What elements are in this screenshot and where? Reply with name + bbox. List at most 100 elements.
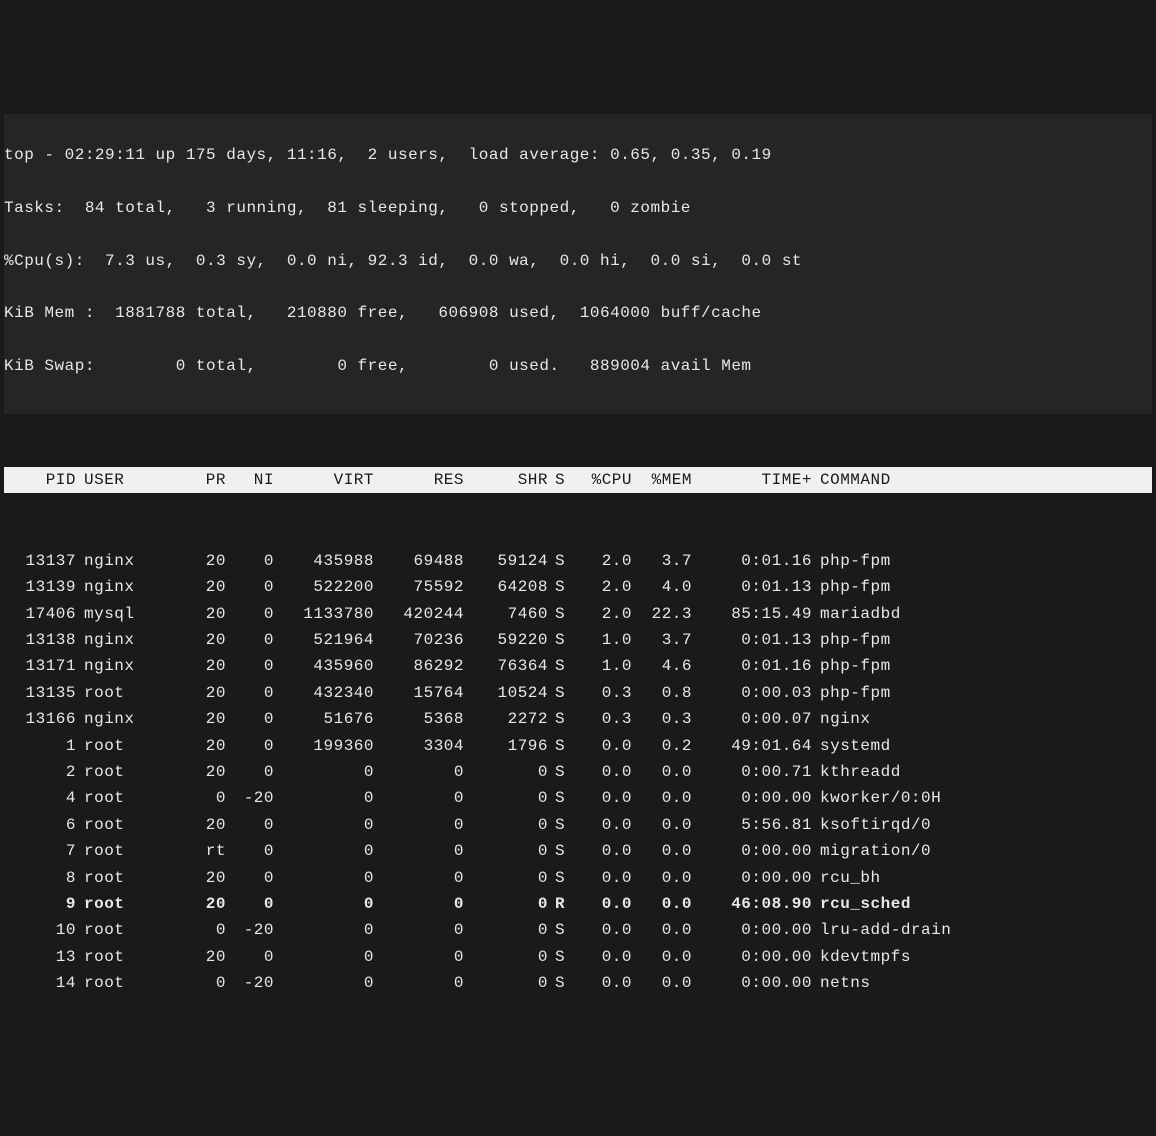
process-row[interactable]: 13root200000S0.00.00:00.00kdevtmpfs (4, 944, 1152, 970)
cell-res: 0 (374, 759, 464, 785)
cell-virt: 435960 (274, 653, 374, 679)
cell-user: root (76, 785, 166, 811)
process-row[interactable]: 9root200000R0.00.046:08.90rcu_sched (4, 891, 1152, 917)
cell-s: R (548, 891, 572, 917)
cell-user: root (76, 865, 166, 891)
col-header-cmd[interactable]: COMMAND (812, 467, 1152, 493)
col-header-ni[interactable]: NI (226, 467, 274, 493)
process-row[interactable]: 13166nginx2005167653682272S0.30.30:00.07… (4, 706, 1152, 732)
cell-pid: 8 (4, 865, 76, 891)
col-header-shr[interactable]: SHR (464, 467, 548, 493)
cell-mem: 0.0 (632, 759, 692, 785)
cell-mem: 0.0 (632, 838, 692, 864)
cell-cpu: 0.0 (572, 785, 632, 811)
process-row[interactable]: 13171nginx2004359608629276364S1.04.60:01… (4, 653, 1152, 679)
process-row[interactable]: 13138nginx2005219647023659220S1.03.70:01… (4, 627, 1152, 653)
cell-s: S (548, 944, 572, 970)
col-header-cpu[interactable]: %CPU (572, 467, 632, 493)
cell-shr: 0 (464, 944, 548, 970)
cell-pid: 4 (4, 785, 76, 811)
process-row[interactable]: 1root20019936033041796S0.00.249:01.64sys… (4, 733, 1152, 759)
cell-cpu: 0.3 (572, 706, 632, 732)
cell-shr: 0 (464, 785, 548, 811)
process-row[interactable]: 4root0-20000S0.00.00:00.00kworker/0:0H (4, 785, 1152, 811)
cell-pr: 20 (166, 548, 226, 574)
cell-cpu: 2.0 (572, 548, 632, 574)
col-header-mem[interactable]: %MEM (632, 467, 692, 493)
cell-s: S (548, 970, 572, 996)
cell-cpu: 0.3 (572, 680, 632, 706)
cell-time: 5:56.81 (692, 812, 812, 838)
col-header-s[interactable]: S (548, 467, 572, 493)
cell-res: 15764 (374, 680, 464, 706)
process-table-header[interactable]: PID USER PR NI VIRT RES SHR S %CPU %MEM … (4, 467, 1152, 493)
cell-user: root (76, 838, 166, 864)
cell-mem: 0.0 (632, 812, 692, 838)
cell-user: root (76, 891, 166, 917)
cell-ni: 0 (226, 706, 274, 732)
process-row[interactable]: 17406mysql20011337804202447460S2.022.385… (4, 601, 1152, 627)
cell-virt: 0 (274, 944, 374, 970)
process-row[interactable]: 2root200000S0.00.00:00.71kthreadd (4, 759, 1152, 785)
cell-cmd: php-fpm (812, 680, 1152, 706)
cell-mem: 3.7 (632, 627, 692, 653)
cell-user: root (76, 733, 166, 759)
cell-cmd: rcu_sched (812, 891, 1152, 917)
col-header-user[interactable]: USER (76, 467, 166, 493)
summary-swap: KiB Swap: 0 total, 0 free, 0 used. 88900… (4, 353, 1152, 379)
cell-time: 0:00.03 (692, 680, 812, 706)
process-row[interactable]: 6root200000S0.00.05:56.81ksoftirqd/0 (4, 812, 1152, 838)
cell-ni: 0 (226, 548, 274, 574)
cell-mem: 0.0 (632, 970, 692, 996)
cell-pr: 0 (166, 970, 226, 996)
cell-cmd: ksoftirqd/0 (812, 812, 1152, 838)
process-row[interactable]: 13137nginx2004359886948859124S2.03.70:01… (4, 548, 1152, 574)
cell-pid: 6 (4, 812, 76, 838)
cell-time: 0:00.00 (692, 865, 812, 891)
process-row[interactable]: 14root0-20000S0.00.00:00.00netns (4, 970, 1152, 996)
cell-time: 0:00.00 (692, 838, 812, 864)
cell-ni: 0 (226, 865, 274, 891)
cell-user: root (76, 917, 166, 943)
cell-cpu: 2.0 (572, 601, 632, 627)
cell-cmd: lru-add-drain (812, 917, 1152, 943)
summary-cpu: %Cpu(s): 7.3 us, 0.3 sy, 0.0 ni, 92.3 id… (4, 248, 1152, 274)
cell-ni: 0 (226, 601, 274, 627)
cell-mem: 0.0 (632, 891, 692, 917)
process-table-body: 13137nginx2004359886948859124S2.03.70:01… (4, 548, 1152, 997)
cell-shr: 59124 (464, 548, 548, 574)
cell-s: S (548, 785, 572, 811)
cell-cpu: 1.0 (572, 653, 632, 679)
cell-s: S (548, 574, 572, 600)
cell-res: 0 (374, 785, 464, 811)
cell-shr: 64208 (464, 574, 548, 600)
cell-pid: 10 (4, 917, 76, 943)
cell-pid: 7 (4, 838, 76, 864)
col-header-virt[interactable]: VIRT (274, 467, 374, 493)
process-row[interactable]: 10root0-20000S0.00.00:00.00lru-add-drain (4, 917, 1152, 943)
process-row[interactable]: 7rootrt0000S0.00.00:00.00migration/0 (4, 838, 1152, 864)
summary-tasks: Tasks: 84 total, 3 running, 81 sleeping,… (4, 195, 1152, 221)
cell-res: 420244 (374, 601, 464, 627)
col-header-res[interactable]: RES (374, 467, 464, 493)
cell-user: mysql (76, 601, 166, 627)
cell-time: 0:00.00 (692, 970, 812, 996)
cell-virt: 0 (274, 759, 374, 785)
process-row[interactable]: 13135root2004323401576410524S0.30.80:00.… (4, 680, 1152, 706)
col-header-time[interactable]: TIME+ (692, 467, 812, 493)
cell-pr: 20 (166, 706, 226, 732)
cell-time: 0:00.71 (692, 759, 812, 785)
cell-s: S (548, 680, 572, 706)
summary-uptime: top - 02:29:11 up 175 days, 11:16, 2 use… (4, 142, 1152, 168)
cell-time: 0:01.13 (692, 574, 812, 600)
cell-time: 0:00.07 (692, 706, 812, 732)
process-row[interactable]: 8root200000S0.00.00:00.00rcu_bh (4, 865, 1152, 891)
cell-time: 0:01.13 (692, 627, 812, 653)
col-header-pr[interactable]: PR (166, 467, 226, 493)
cell-shr: 2272 (464, 706, 548, 732)
process-row[interactable]: 13139nginx2005222007559264208S2.04.00:01… (4, 574, 1152, 600)
cell-pid: 13 (4, 944, 76, 970)
cell-s: S (548, 601, 572, 627)
col-header-pid[interactable]: PID (4, 467, 76, 493)
cell-cmd: php-fpm (812, 653, 1152, 679)
